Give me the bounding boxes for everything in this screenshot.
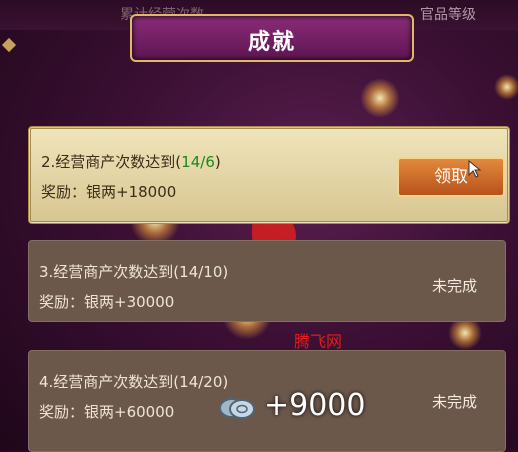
corner-ornament: [1, 37, 17, 53]
reward-amount: +9000: [264, 388, 366, 423]
achievement-card-2: 2.经营商产次数达到(14/6) 奖励：银两+18000 领取: [28, 126, 510, 224]
achievement-reward: 奖励：银两+18000: [41, 183, 177, 201]
watermark: 腾飞网: [294, 332, 343, 351]
claim-button[interactable]: 领取: [397, 157, 505, 197]
pointer-cursor-icon: [468, 160, 482, 178]
progress-value: 14/6: [181, 153, 215, 171]
page-title: 成就: [247, 30, 296, 55]
status-label: 未完成: [431, 393, 477, 411]
status-label: 未完成: [431, 277, 477, 295]
tab-official-rank[interactable]: 官品等级: [420, 4, 476, 24]
achievement-card-3: 3.经营商产次数达到(14/10) 奖励：银两+30000 未完成: [28, 240, 506, 322]
title-banner: 成就: [130, 14, 414, 62]
achievement-title: 3.经营商产次数达到(14/10): [39, 263, 229, 281]
achievement-title: 4.经营商产次数达到(14/20): [39, 373, 229, 391]
achievement-reward: 奖励：银两+60000: [39, 403, 175, 421]
achievement-reward: 奖励：银两+30000: [39, 293, 175, 311]
achievement-title: 2.经营商产次数达到(14/6): [41, 153, 221, 171]
sparkle-effect: [360, 78, 400, 118]
silver-coins-icon: [219, 398, 255, 419]
sparkle-effect: [494, 74, 518, 100]
